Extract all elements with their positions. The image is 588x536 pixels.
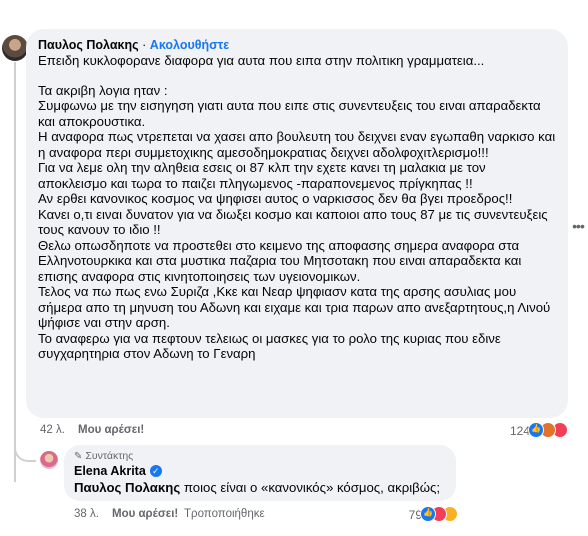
- reply-text: Παυλος Πολακης ποιος είναι ο «κανονικός»…: [74, 479, 446, 496]
- pen-icon: ✎: [74, 451, 83, 462]
- comment-bubble: Παυλος Πολακης · Ακολουθήστε Επειδη κυκλ…: [26, 29, 568, 418]
- mention-link[interactable]: Παυλος Πολακης: [74, 480, 180, 495]
- reply-bubble: ✎ Συντάκτης Elena Akrita ✓ Παυλος Πολακη…: [64, 445, 456, 501]
- badge-label: Συντάκτης: [85, 450, 134, 462]
- reply-author-name[interactable]: Elena Akrita: [74, 463, 146, 479]
- like-icon: [420, 506, 436, 522]
- author-name[interactable]: Παυλος Πολακης: [38, 38, 139, 52]
- reply-like-button[interactable]: Μου αρέσει!: [112, 508, 178, 520]
- author-badge: ✎ Συντάκτης: [74, 450, 446, 463]
- verified-icon: ✓: [149, 465, 162, 477]
- comment-text-body: Τα ακριβη λογια ηταν : Συμφωνω με την ει…: [38, 82, 556, 362]
- more-options-icon[interactable]: •••: [570, 218, 586, 234]
- thread-line: [14, 62, 16, 482]
- reaction-count[interactable]: 124: [510, 424, 530, 438]
- reply-reactions[interactable]: [420, 506, 458, 522]
- reply-avatar[interactable]: [40, 451, 58, 469]
- comment-text-intro: Επειδη κυκλοφορανε διαφορα για αυτα που …: [38, 53, 485, 68]
- edited-label: Τροποποιήθηκε: [184, 508, 265, 520]
- reply-timestamp[interactable]: 38 λ.: [74, 508, 99, 520]
- separator: ·: [142, 38, 147, 52]
- reply-text-body: ποιος είναι ο «κανονικός» κόσμος, ακριβώ…: [180, 480, 441, 495]
- comment-actions: 42 λ. Μου αρέσει! 124: [40, 422, 568, 438]
- comment-header: Παυλος Πολακης · Ακολουθήστε: [38, 37, 556, 53]
- reply-author: Elena Akrita ✓: [74, 463, 446, 479]
- timestamp[interactable]: 42 λ.: [40, 424, 65, 436]
- like-icon: [528, 422, 544, 438]
- reactions[interactable]: [528, 422, 568, 438]
- like-button[interactable]: Μου αρέσει!: [78, 424, 144, 436]
- reply-actions: 38 λ. Μου αρέσει! Τροποποιήθηκε 79: [74, 506, 458, 522]
- follow-button[interactable]: Ακολουθήστε: [150, 38, 229, 52]
- thread-connector: [14, 440, 36, 462]
- avatar[interactable]: [2, 35, 28, 61]
